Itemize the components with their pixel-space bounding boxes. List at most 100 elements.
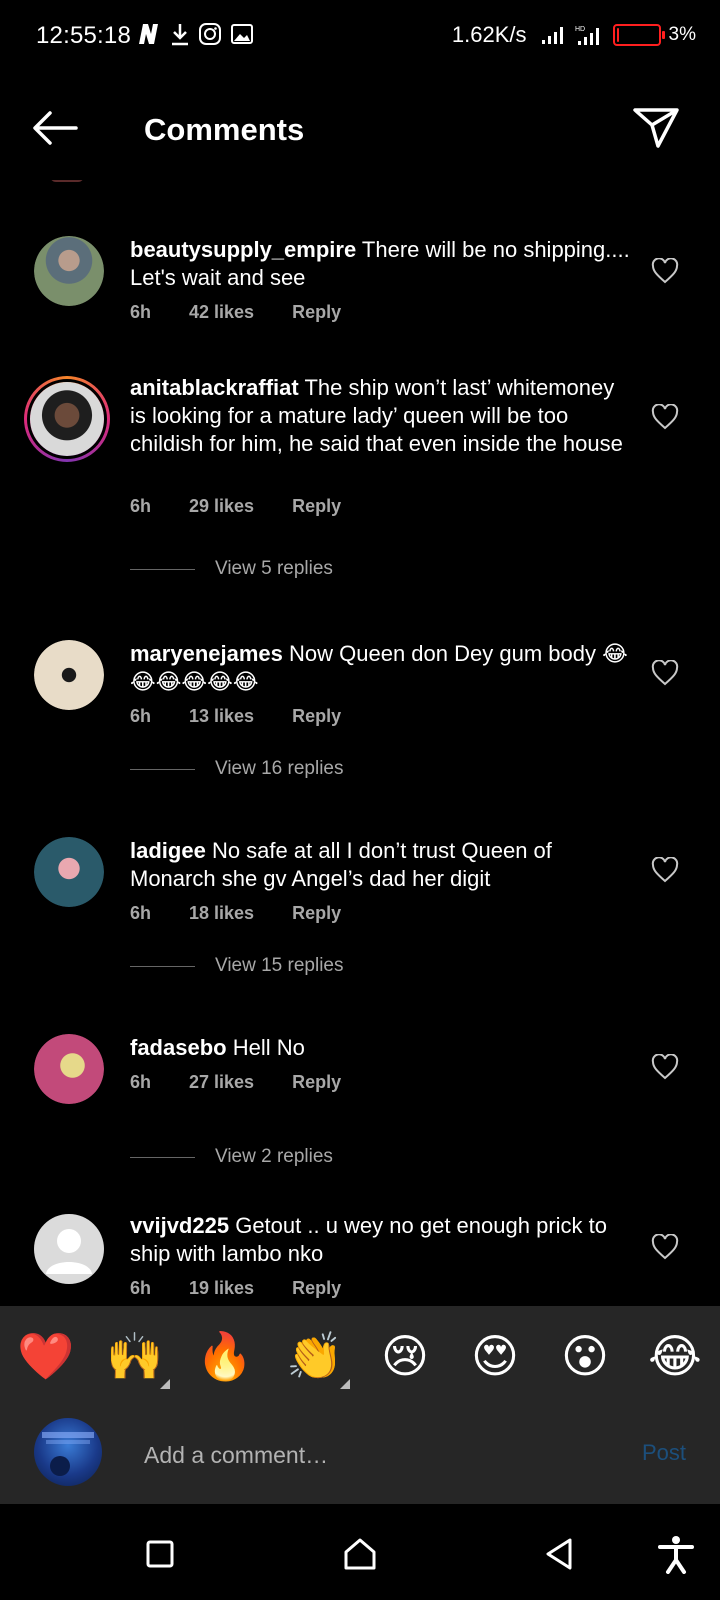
reply-button[interactable]: Reply: [292, 1072, 341, 1093]
comment-time: 6h: [130, 903, 152, 923]
skin-tone-indicator: [340, 1379, 350, 1389]
avatar[interactable]: [34, 1034, 104, 1104]
my-avatar: [34, 1418, 102, 1486]
reaction-fire[interactable]: 🔥: [195, 1328, 255, 1384]
comment-input[interactable]: [142, 1434, 586, 1476]
previous-avatar-fragment: [50, 180, 84, 182]
instagram-icon: [199, 23, 221, 45]
reply-button[interactable]: Reply: [292, 903, 341, 924]
battery-level-fill: [616, 28, 619, 42]
comment-meta: 6h 19 likes Reply: [130, 1278, 379, 1299]
avatar-image: [42, 1432, 94, 1476]
comment-likes[interactable]: 13 likes: [189, 706, 254, 727]
replies-divider: [130, 965, 195, 967]
avatar-image: [34, 640, 104, 710]
comments-list[interactable]: beautysupply_empire There will be no shi…: [0, 180, 720, 1305]
back-button[interactable]: [30, 108, 80, 148]
download-icon: [172, 24, 188, 46]
status-time: 12:55:18: [36, 22, 132, 49]
avatar[interactable]: [34, 1214, 104, 1284]
page-title: Comments: [144, 112, 305, 147]
share-button[interactable]: [632, 106, 680, 150]
replies-divider: [130, 768, 195, 770]
comment-time: 6h: [130, 706, 152, 726]
home-icon[interactable]: [340, 1534, 380, 1574]
reply-button[interactable]: Reply: [292, 1278, 341, 1299]
comment-likes[interactable]: 42 likes: [189, 302, 254, 323]
reaction-heart[interactable]: ❤️: [16, 1328, 76, 1384]
status-system-icons: 1.62K/s HD 3%: [452, 22, 696, 48]
view-replies-button[interactable]: View 2 replies: [130, 1146, 333, 1168]
comment-body: anitablackraffiat The ship won’t last’ w…: [130, 374, 630, 458]
comment-meta: 6h 27 likes Reply: [130, 1072, 379, 1093]
avatar-image: [34, 236, 104, 306]
signal-icon: [541, 27, 563, 44]
replies-divider: [130, 1156, 195, 1158]
comment-likes[interactable]: 19 likes: [189, 1278, 254, 1299]
reply-button[interactable]: Reply: [292, 706, 341, 727]
status-notification-icons: [136, 22, 254, 46]
comment-username[interactable]: fadasebo: [130, 1035, 227, 1060]
reply-button[interactable]: Reply: [292, 496, 341, 517]
reaction-surprised[interactable]: 😮: [555, 1328, 615, 1384]
view-replies-button[interactable]: View 5 replies: [130, 558, 333, 580]
heart-icon[interactable]: [651, 1234, 679, 1260]
battery-icon: [612, 24, 665, 46]
avatar[interactable]: [34, 640, 104, 710]
comment-time: 6h: [130, 1072, 152, 1092]
view-replies-label[interactable]: View 15 replies: [215, 955, 344, 977]
reaction-crying[interactable]: 😢: [375, 1328, 435, 1384]
reaction-raised-hands[interactable]: 🙌: [105, 1328, 165, 1384]
view-replies-label[interactable]: View 5 replies: [215, 558, 333, 580]
heart-icon[interactable]: [651, 404, 679, 430]
comment-likes[interactable]: 27 likes: [189, 1072, 254, 1093]
comment-username[interactable]: anitablackraffiat: [130, 375, 299, 400]
send-icon: [633, 108, 679, 148]
reaction-heart-eyes[interactable]: 😍: [465, 1328, 525, 1384]
quick-reactions-bar: ❤️ 🙌 🔥 👏 😢 😍 😮 😂: [0, 1306, 720, 1406]
comment-body: fadasebo Hell No: [130, 1034, 630, 1062]
view-replies-button[interactable]: View 16 replies: [130, 758, 344, 780]
comment-username[interactable]: maryenejames: [130, 641, 283, 666]
avatar[interactable]: [34, 236, 104, 306]
avatar[interactable]: [34, 837, 104, 907]
accessibility-icon[interactable]: [656, 1534, 696, 1574]
comment-time: 6h: [130, 1278, 152, 1298]
heart-icon[interactable]: [651, 660, 679, 686]
view-replies-label[interactable]: View 2 replies: [215, 1146, 333, 1168]
replies-divider: [130, 568, 195, 570]
comment-text: Hell No: [232, 1035, 305, 1060]
netflix-icon: [139, 24, 158, 44]
network-speed: 1.62K/s: [451, 22, 527, 47]
comment-body: beautysupply_empire There will be no shi…: [130, 236, 630, 292]
header: Comments: [0, 96, 720, 166]
comment-likes[interactable]: 29 likes: [189, 496, 254, 517]
view-replies-label[interactable]: View 16 replies: [215, 758, 344, 780]
heart-icon[interactable]: [651, 857, 679, 883]
comment-body: maryenejames Now Queen don Dey gum body …: [130, 640, 630, 696]
comment-likes[interactable]: 18 likes: [189, 903, 254, 924]
reaction-laughing[interactable]: 😂: [645, 1328, 705, 1384]
comment-username[interactable]: beautysupply_empire: [130, 237, 356, 262]
heart-icon[interactable]: [651, 1054, 679, 1080]
avatar-image: [34, 837, 104, 907]
comment-username[interactable]: vvijvd225: [130, 1213, 229, 1238]
post-button[interactable]: Post: [642, 1440, 686, 1466]
reaction-clap[interactable]: 👏: [285, 1328, 345, 1384]
comment-meta: 6h 29 likes Reply: [130, 496, 379, 517]
comment-body: ladigee No safe at all I don’t trust Que…: [130, 837, 630, 893]
comment-meta: 6h 42 likes Reply: [130, 302, 379, 323]
view-replies-button[interactable]: View 15 replies: [130, 955, 344, 977]
comment-time: 6h: [130, 496, 152, 516]
avatar-story-ring[interactable]: [24, 376, 110, 462]
avatar-image: [34, 1034, 104, 1104]
skin-tone-indicator: [160, 1379, 170, 1389]
recents-icon[interactable]: [140, 1534, 180, 1574]
comment-username[interactable]: ladigee: [130, 838, 206, 863]
status-bar: 12:55:18 1.62K/s HD 3%: [0, 0, 720, 72]
heart-icon[interactable]: [651, 258, 679, 284]
back-icon[interactable]: [540, 1534, 580, 1574]
gallery-icon: [231, 24, 253, 44]
comment-composer: Post: [0, 1406, 720, 1504]
reply-button[interactable]: Reply: [292, 302, 341, 323]
